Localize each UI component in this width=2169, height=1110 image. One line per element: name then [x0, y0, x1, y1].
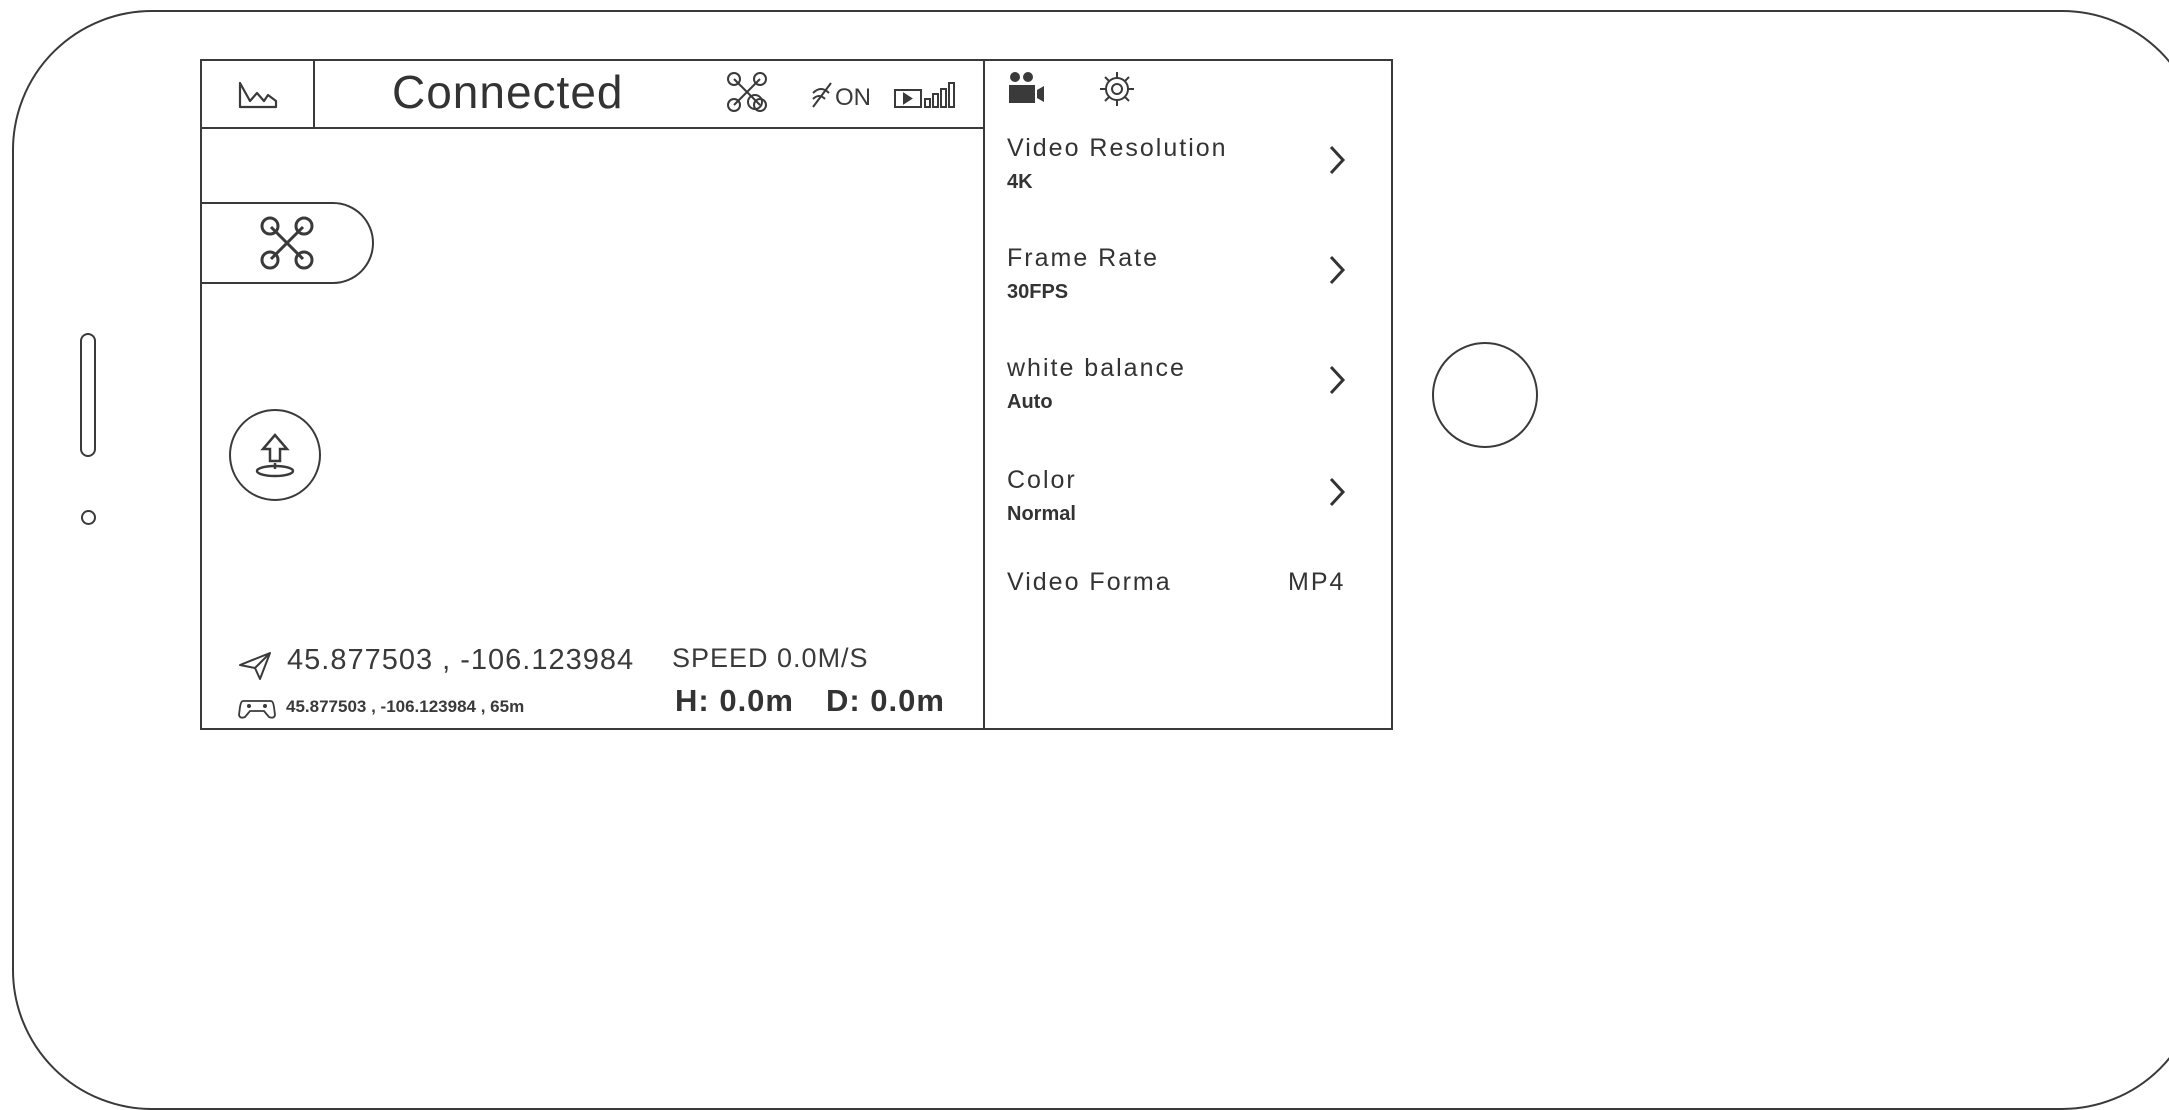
setting-value: 4K [1007, 171, 1033, 193]
camera-dot [81, 510, 96, 525]
aircraft-location-icon [239, 652, 271, 680]
takeoff-icon [255, 433, 295, 478]
chevron-right-icon [1329, 365, 1346, 395]
height-distance-readout: H: 0.0m D: 0.0m [675, 683, 945, 719]
drone-control-tab[interactable] [202, 202, 374, 284]
setting-white-balance[interactable]: white balance Auto [1007, 354, 1367, 414]
gps-off-on-icon [812, 82, 832, 108]
distance-readout: D: 0.0m [825, 683, 945, 718]
app-screen: Connected ON 45.877503 , -106.123984 SPE… [200, 59, 1393, 730]
camera-settings-panel: Video Resolution 4K Frame Rate 30FPS whi… [985, 61, 1395, 728]
setting-video-resolution[interactable]: Video Resolution 4K [1007, 134, 1367, 194]
controller-location-icon [238, 700, 276, 719]
setting-label: white balance [1007, 354, 1186, 382]
top-status-bar: Connected ON [202, 61, 983, 129]
connection-status: Connected [392, 66, 624, 118]
speed-readout: SPEED 0.0M/S [672, 643, 869, 673]
setting-value: Auto [1007, 391, 1053, 413]
drone-icon [260, 216, 314, 270]
chevron-right-icon [1329, 145, 1346, 175]
speaker-slot [80, 333, 96, 457]
height-readout: H: 0.0m [675, 683, 794, 718]
setting-color[interactable]: Color Normal [1007, 466, 1367, 526]
gps-indicator[interactable]: ON [809, 81, 871, 112]
signal-strength-icon [894, 82, 955, 108]
map-button[interactable] [202, 61, 315, 127]
chevron-right-icon [1329, 255, 1346, 285]
settings-gear-icon[interactable] [1097, 69, 1137, 109]
setting-label: Frame Rate [1007, 244, 1159, 272]
setting-label: Video Forma [1007, 568, 1172, 596]
map-icon [238, 81, 277, 109]
aircraft-coordinates: 45.877503 , -106.123984 [287, 644, 635, 676]
video-camera-icon[interactable] [1007, 71, 1047, 107]
home-button[interactable] [1432, 342, 1538, 448]
setting-value: 30FPS [1007, 281, 1069, 303]
setting-frame-rate[interactable]: Frame Rate 30FPS [1007, 244, 1367, 304]
setting-value: Normal [1007, 503, 1076, 525]
setting-label: Video Resolution [1007, 134, 1228, 162]
gps-on-label: ON [835, 84, 871, 111]
controller-coordinates: 45.877503 , -106.123984 , 65m [286, 697, 525, 716]
takeoff-button[interactable] [229, 409, 321, 501]
drone-link-icon[interactable] [725, 70, 769, 114]
chevron-right-icon [1329, 477, 1346, 507]
setting-label: Color [1007, 466, 1077, 494]
setting-value: MP4 [1288, 568, 1346, 596]
